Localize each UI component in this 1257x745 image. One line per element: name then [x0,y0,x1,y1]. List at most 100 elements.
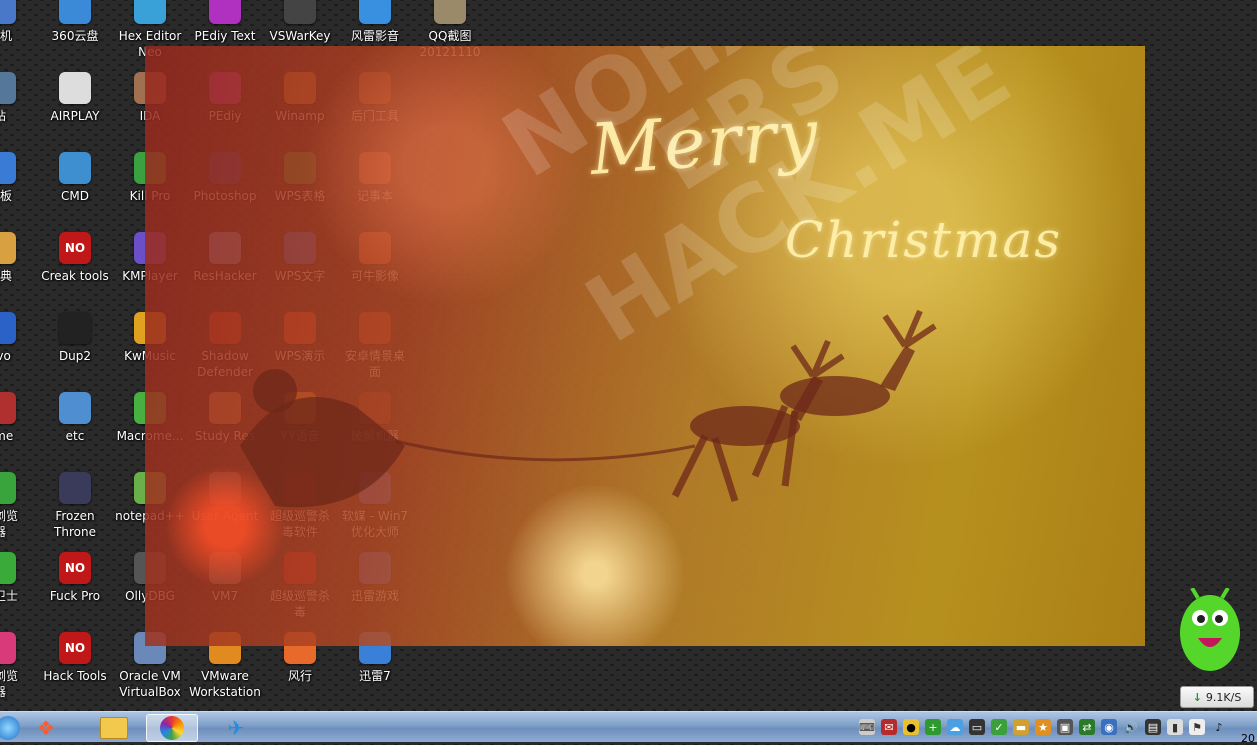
desktop-shortcut-label: 风行 [287,669,312,683]
desktop-shortcut-label: 迅雷7 [359,669,391,683]
christmas-card-window[interactable]: Merry Christmas NOHACK ERS HACK.ME [145,46,1145,646]
desktop-shortcut-label: 算机 [0,29,12,43]
speed-browser-icon [0,632,16,664]
taskbar: ❖ ✈ ⌨ ✉ ● + ☁ ▭ ✓ ▬ ★ ▣ ⇄ ◉ 🔊 ▤ ▮ ⚑ ♪ 20 [0,711,1257,745]
desktop-shortcut-label: 全卫士 [0,589,18,603]
speaker-tray-icon[interactable]: ♪ [1211,719,1227,735]
browser-icon [0,472,16,504]
desktop-shortcut-label: 词典 [0,269,12,283]
laptop-icon [59,392,91,424]
windows-orb-icon [0,716,20,740]
network-tray-icon[interactable]: ▤ [1145,719,1161,735]
desktop-shortcut[interactable]: Dup2 [37,308,113,388]
desktop-shortcut[interactable]: 算机 [0,0,38,68]
desktop-shortcut[interactable]: ame [0,388,38,468]
desktop-shortcut-label: Creak tools [41,269,109,283]
removable-device-tray-icon[interactable]: ▮ [1167,719,1183,735]
desktop-shortcut-label: Fuck Pro [49,589,101,603]
clock[interactable]: 20 [1241,732,1255,745]
desktop-shortcut[interactable]: Frozen Throne [37,468,113,548]
cloud-drive-icon [59,0,91,24]
download-arrow-icon: ↓ [1192,690,1202,704]
frozen-throne-icon [59,472,91,504]
photo-viewer-icon [160,716,184,740]
shield-tray-icon[interactable]: ◉ [1101,719,1117,735]
android-droid-icon[interactable] [1178,588,1242,674]
airplay-icon [59,72,91,104]
volume-tray-icon[interactable]: 🔊 [1123,719,1139,735]
battery-tray-icon[interactable]: ▬ [1013,719,1029,735]
folder-icon [100,717,128,739]
taskbar-app-bird[interactable]: ✈ [210,714,262,742]
desktop-shortcut-label: Dup2 [58,349,92,363]
dictionary-icon [0,232,16,264]
desktop-shortcut[interactable]: 全卫士 [0,548,38,628]
app-tray-icon[interactable]: ✉ [881,719,897,735]
desktop-shortcut-label: 全浏览 器 [0,509,18,539]
control-panel-icon [0,152,16,184]
desktop-shortcut[interactable]: 全浏览 器 [0,468,38,548]
desktop-shortcut-label: CMD [61,189,89,203]
desktop-shortcut-label: 面板 [0,189,12,203]
qq-tray-icon[interactable]: ● [903,719,919,735]
desktop-shortcut-label: VMware Workstation [189,669,261,699]
desktop-shortcut-label: 速浏览 器 [0,669,18,699]
desktop-shortcut[interactable]: NO Creak tools [37,228,113,308]
desktop-shortcut-label: Oracle VM VirtualBox [119,669,181,699]
monitor-tray-icon[interactable]: ▭ [969,719,985,735]
keyboard-icon [284,0,316,24]
desktop-shortcut-label: etc [65,429,85,443]
taskbar-app-explorer[interactable] [88,714,140,742]
desktop-shortcut-label: 风雷影音 [350,29,399,43]
desktop-shortcut-label: ame [0,429,14,443]
desktop-shortcut[interactable]: etc [37,388,113,468]
desktop-shortcut[interactable]: CMD [37,148,113,228]
desktop-shortcut[interactable]: 站 [0,68,38,148]
desktop-shortcut[interactable]: ovo [0,308,38,388]
desktop-shortcut[interactable]: 360云盘 [37,0,113,68]
game-icon [0,392,16,424]
check-tray-icon[interactable]: ✓ [991,719,1007,735]
pediy-icon [209,0,241,24]
bird-icon: ✈ [227,716,245,740]
desktop-shortcut[interactable]: AIRPLAY [37,68,113,148]
desktop-shortcut-label: Frozen Throne [54,509,96,539]
screenshot-icon [434,0,466,24]
lenovo-icon [0,312,16,344]
desktop-shortcut-label: Hack Tools [43,669,107,683]
star-tray-icon[interactable]: ★ [1035,719,1051,735]
desktop-shortcut[interactable]: 面板 [0,148,38,228]
hex-editor-icon [134,0,166,24]
network-share-tray-icon[interactable]: ⇄ [1079,719,1095,735]
security-guard-icon [0,552,16,584]
website-icon [0,72,16,104]
computer-icon [0,0,16,24]
taskbar-app-viewer[interactable] [146,714,198,742]
network-speed-widget[interactable]: ↓ 9.1K/S [1180,686,1254,708]
desktop-shortcut-label: 360云盘 [51,29,99,43]
network-speed-value: 9.1K/S [1205,690,1242,704]
cmd-icon [59,152,91,184]
desktop-shortcut-label: PEdiy Text [194,29,256,43]
cloud-tray-icon[interactable]: ☁ [947,719,963,735]
display-tray-icon[interactable]: ▣ [1057,719,1073,735]
no-sign-icon: NO [59,552,91,584]
no-sign-icon: NO [59,632,91,664]
dup2-icon [59,312,91,344]
security-tray-icon[interactable]: + [925,719,941,735]
system-tray: ⌨ ✉ ● + ☁ ▭ ✓ ▬ ★ ▣ ⇄ ◉ 🔊 ▤ ▮ ⚑ ♪ [859,719,1227,735]
taskbar-app-windows[interactable]: ❖ [20,714,72,742]
no-sign-icon: NO [59,232,91,264]
desktop-shortcut[interactable]: 词典 [0,228,38,308]
desktop-shortcut-label: AIRPLAY [50,109,100,123]
player-icon [359,0,391,24]
action-center-tray-icon[interactable]: ⚑ [1189,719,1205,735]
desktop-shortcut-label: ovo [0,349,11,363]
keyboard-tray-icon[interactable]: ⌨ [859,719,875,735]
desktop-shortcut[interactable]: 速浏览 器 [0,628,38,708]
windows-flag-icon: ❖ [37,716,55,740]
desktop-shortcut[interactable]: NO Hack Tools [37,628,113,708]
desktop-shortcut-label: 站 [0,108,38,124]
desktop-shortcut-label: VSWarKey [269,29,331,43]
desktop-shortcut[interactable]: NO Fuck Pro [37,548,113,628]
